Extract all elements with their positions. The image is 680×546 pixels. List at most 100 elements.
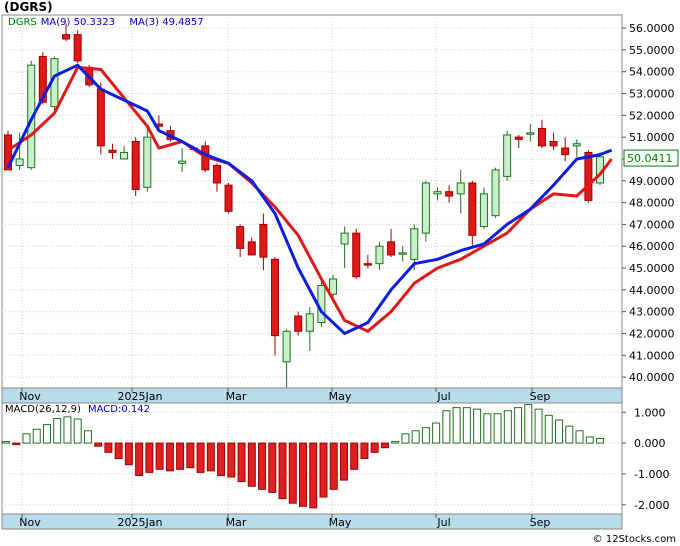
candle-body (62, 34, 71, 40)
macd-bar (145, 442, 154, 473)
macd-bar (299, 442, 307, 507)
macd-bar (94, 442, 103, 447)
candle-body (421, 182, 430, 234)
candle (491, 167, 500, 218)
macd-bar (258, 442, 267, 490)
macd-bar (360, 442, 369, 459)
macd-bar (196, 442, 205, 473)
price-ytick-label: 51.0000 (629, 131, 675, 144)
macd-xtick-label: Sep (530, 516, 551, 529)
macd-bar (514, 407, 523, 444)
candle-body (282, 330, 291, 363)
candle-body (561, 147, 570, 156)
price-ytick-label: 44.0000 (629, 284, 675, 297)
price-ytick-label: 55.0000 (629, 44, 675, 57)
candle (73, 30, 82, 63)
candle-body (491, 169, 500, 217)
macd-bar (135, 442, 144, 476)
price-ytick-label: 42.0000 (629, 327, 675, 340)
macd-bar (432, 422, 441, 444)
macd-bar (155, 442, 164, 470)
macd-xtick-label: Nov (19, 516, 41, 529)
candle (131, 137, 140, 197)
candle-body (468, 182, 477, 236)
macd-bar (534, 408, 543, 444)
legend-item-0: DGRS (8, 17, 37, 28)
price-ytick-label: 41.0000 (629, 349, 675, 362)
candle-body (96, 88, 105, 147)
macd-bar (247, 442, 256, 487)
macd-xtick-label: 2025Jan (118, 516, 163, 529)
candle-body (120, 151, 129, 160)
candle (352, 228, 361, 279)
candle-body (375, 245, 384, 265)
candle (421, 180, 430, 242)
macd-bar (370, 442, 379, 453)
macd-bar (565, 425, 574, 444)
candle-body (73, 34, 82, 62)
macd-bar (165, 442, 174, 472)
macd-bar (288, 442, 297, 504)
macd-bar (63, 416, 72, 444)
candle-body (503, 134, 512, 177)
macd-bar (124, 442, 133, 466)
macd-bar (575, 430, 584, 444)
price-plot-area (1, 14, 623, 389)
macd-xtick-label: May (329, 516, 352, 529)
macd-bar (452, 407, 461, 444)
last-price-label: 50.0411 (627, 152, 673, 165)
candle (479, 187, 488, 229)
candle-body (514, 136, 523, 140)
macd-bar (339, 442, 348, 481)
macd-bar (2, 441, 10, 444)
candle-body (398, 252, 407, 255)
price-ytick-label: 46.0000 (629, 240, 675, 253)
macd-bar (12, 442, 21, 446)
macd-bar (350, 442, 359, 470)
macd-bar (555, 419, 564, 444)
legend-item-2: MA(3) 49.4857 (129, 17, 203, 28)
macd-bar (462, 407, 471, 444)
macd-bar (268, 442, 277, 493)
candle-body (526, 132, 535, 135)
candle (96, 82, 105, 155)
macd-bar (32, 428, 41, 444)
candle-body (433, 191, 442, 195)
candle-body (572, 143, 581, 147)
candle-body (387, 241, 396, 256)
macd-bar (380, 442, 389, 449)
candle-body (224, 184, 233, 212)
price-ytick-label: 47.0000 (629, 218, 675, 231)
candle-body (537, 127, 546, 147)
macd-bar (401, 433, 410, 444)
candle-body (143, 136, 152, 188)
candle-body (456, 182, 465, 195)
macd-ytick-label: -2.000 (634, 499, 669, 512)
macd-bar (227, 442, 236, 478)
candle (503, 130, 512, 181)
price-ytick-label: 45.0000 (629, 262, 675, 275)
price-ytick-label: 49.0000 (629, 175, 675, 188)
macd-xtick-label: Mar (226, 516, 247, 529)
macd-bar (206, 442, 215, 472)
candle-body (305, 313, 314, 332)
price-ytick-label: 54.0000 (629, 66, 675, 79)
candle (224, 182, 233, 214)
candle-body (445, 191, 454, 197)
macd-ytick-label: 1.000 (634, 406, 666, 419)
macd-bar (83, 430, 92, 444)
price-chart: 56.0000 55.0000 54.0000 53.0000 52.0000 51.00… (1, 14, 679, 404)
macd-bar (114, 442, 123, 459)
candle-body (294, 315, 303, 332)
macd-bar (596, 437, 604, 444)
candle-body (410, 228, 419, 260)
macd-bar (22, 433, 31, 444)
macd-bar (104, 442, 113, 453)
candle-body (270, 258, 279, 337)
macd-bar (319, 442, 328, 498)
price-ytick-label: 52.0000 (629, 109, 675, 122)
price-ytick-label: 40.0000 (629, 371, 675, 384)
macd-bar (483, 413, 492, 444)
macd-bar (73, 418, 82, 444)
price-ytick-label: 48.0000 (629, 197, 675, 210)
